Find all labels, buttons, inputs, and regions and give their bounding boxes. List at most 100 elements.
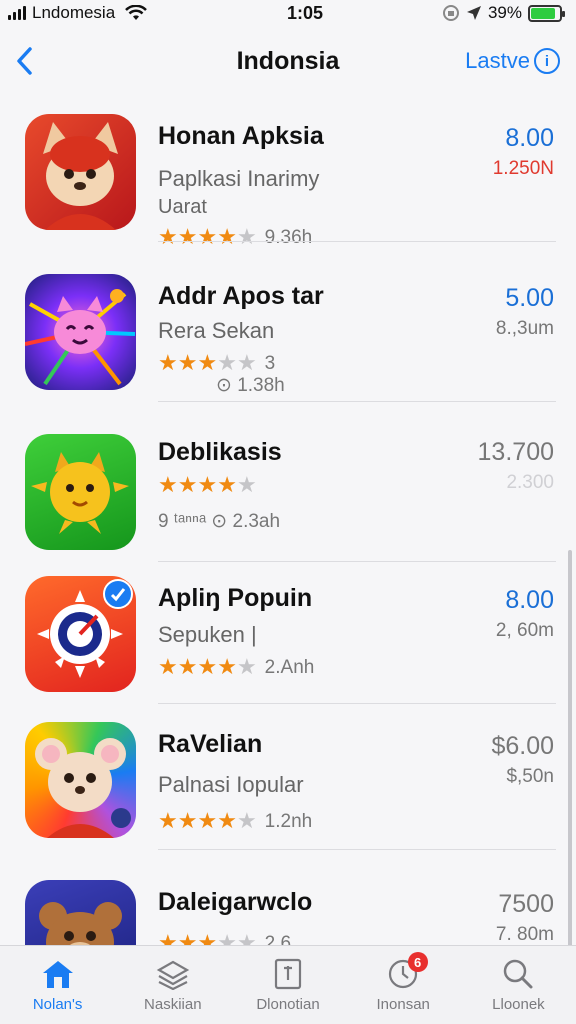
app-subtitle: Paplkasi Inarimy <box>158 166 320 191</box>
battery-percent: 39% <box>487 3 522 22</box>
search-icon <box>504 959 533 989</box>
fox-icon <box>25 114 136 230</box>
price[interactable]: 8.00 <box>505 124 554 153</box>
app-row[interactable]: Apliŋ Popuin Sepuken | ★★★★★ 2.Anh 8.00 … <box>0 562 576 704</box>
star-filled-icon: ★ <box>197 808 218 833</box>
rating-count: 3 <box>264 353 276 374</box>
app-row[interactable]: Daleigarwclo ★★★★★ 2.6 7500 7. 80m <box>0 866 576 945</box>
rating: ★★★★★ 2.Anh <box>158 656 314 680</box>
tab-label: Dlonotian <box>256 996 320 1013</box>
star-filled-icon: ★ <box>158 350 178 375</box>
star-filled-icon: ★ <box>197 224 218 249</box>
app-name: Honan Apksia <box>158 122 324 150</box>
tab-label: Lloonek <box>492 996 545 1013</box>
star-rating-icon: ★★★★★ <box>158 474 257 498</box>
sub-price: 1.250N <box>492 158 554 179</box>
star-rating-icon: ★★★★★ <box>158 930 257 946</box>
star-filled-icon: ★ <box>197 654 218 679</box>
stack-icon <box>156 960 190 990</box>
tab-bar: Nolan's Naskiian Dlonotian 6 Inonsan Llo… <box>0 945 576 1024</box>
app-subtitle: Rera Sekan <box>158 318 275 343</box>
tab-label: Nolan's <box>32 996 83 1013</box>
sub-price: 7. 80m <box>495 924 554 945</box>
tab-clock[interactable]: 6 Inonsan <box>346 946 461 1024</box>
app-name: Deblikasis <box>158 438 282 466</box>
app-row[interactable]: Honan Apksia Paplkasi Inarimy Uarat ★★★★… <box>0 100 576 248</box>
rating: ★★★★★ 1.2nh <box>158 810 312 834</box>
star-filled-icon: ★ <box>177 350 198 375</box>
location-icon <box>466 6 481 20</box>
rating-count: 9 ᵗᵃⁿⁿᵃ ⊙ 2.3ah <box>158 511 281 532</box>
sun-creature-icon <box>25 434 136 550</box>
rating: ★★★★★ 2.6 <box>158 930 292 946</box>
star-empty-icon: ★ <box>236 930 257 946</box>
price[interactable]: 13.700 <box>478 438 554 467</box>
signal-icon <box>8 6 26 20</box>
divider <box>158 241 556 242</box>
price[interactable]: 7500 <box>498 890 554 919</box>
mouse-icon <box>25 722 136 838</box>
star-rating-icon: ★★★★★ <box>158 352 257 376</box>
app-list[interactable]: Honan Apksia Paplkasi Inarimy Uarat ★★★★… <box>0 100 576 945</box>
info-icon: i <box>534 48 560 74</box>
star-empty-icon: ★ <box>236 350 257 375</box>
scrollbar[interactable] <box>568 550 572 945</box>
price[interactable]: 8.00 <box>505 586 554 615</box>
app-subtitle-2: Uarat <box>158 196 207 218</box>
rotation-lock-icon <box>442 5 459 21</box>
cat-burst-icon <box>25 274 136 390</box>
app-row[interactable]: RaVelian Palnasi Iopular ★★★★★ 1.2nh $6.… <box>0 708 576 850</box>
star-rating-icon: ★★★★★ <box>158 810 257 834</box>
latest-button[interactable]: Lastve i <box>465 48 560 74</box>
status-time: 1:05 <box>286 2 324 23</box>
app-subtitle: Palnasi Iopular <box>158 772 304 797</box>
rating-detail: ⊙ 1.38h <box>216 375 285 396</box>
latest-label: Lastve <box>465 48 530 73</box>
rating: ★★★★★ 9.36h <box>158 226 312 250</box>
back-button[interactable] <box>16 41 56 81</box>
target-icon <box>25 576 136 692</box>
rating: ★★★★★ 3 <box>158 352 275 376</box>
price[interactable]: 5.00 <box>505 284 554 313</box>
app-name: RaVelian <box>158 730 263 758</box>
navigation-bar: Indonsia Lastve i <box>0 30 576 92</box>
check-badge-icon <box>103 579 133 609</box>
star-rating-icon: ★★★★★ <box>158 226 257 250</box>
document-icon <box>274 958 302 990</box>
divider <box>158 849 556 850</box>
divider <box>158 703 556 704</box>
star-filled-icon: ★ <box>158 224 178 249</box>
app-name: Daleigarwclo <box>158 888 313 916</box>
star-filled-icon: ★ <box>217 808 237 833</box>
tab-document[interactable]: Dlonotian <box>230 946 345 1024</box>
star-empty-icon: ★ <box>236 654 257 679</box>
tab-label: Inonsan <box>376 996 430 1013</box>
star-filled-icon: ★ <box>158 472 178 497</box>
divider <box>158 401 556 402</box>
status-right: 39% <box>432 3 565 23</box>
app-name: Apliŋ Popuin <box>158 584 313 612</box>
tab-search[interactable]: Lloonek <box>461 946 576 1024</box>
carrier-name: Lndomesia <box>32 3 116 22</box>
star-filled-icon: ★ <box>217 224 237 249</box>
battery-level <box>531 7 555 19</box>
app-row[interactable]: Addr Apos tar Rera Sekan ★★★★★ 3 ⊙ 1.38h… <box>0 260 576 402</box>
rating-count: 1.2nh <box>264 811 313 832</box>
tab-label: Naskiian <box>144 996 202 1013</box>
star-filled-icon: ★ <box>158 808 178 833</box>
sub-price: 8.,3um <box>495 318 554 339</box>
price[interactable]: $6.00 <box>491 732 554 761</box>
sub-price: $,50n <box>506 766 554 787</box>
star-empty-icon: ★ <box>217 930 237 946</box>
app-row[interactable]: Deblikasis ★★★★★ 9 ᵗᵃⁿⁿᵃ ⊙ 2.3ah 13.700 … <box>0 420 576 562</box>
sub-price: 2, 60m <box>495 620 554 641</box>
app-name: Addr Apos tar <box>158 282 324 310</box>
star-filled-icon: ★ <box>177 224 198 249</box>
tab-stack[interactable]: Naskiian <box>115 946 230 1024</box>
star-filled-icon: ★ <box>158 930 178 946</box>
rating-count: 2.Anh <box>264 657 315 678</box>
star-empty-icon: ★ <box>236 472 257 497</box>
tab-home[interactable]: Nolan's <box>0 946 115 1024</box>
status-left: Lndomesia <box>8 3 208 23</box>
rating-count: 2.6 <box>264 933 292 945</box>
